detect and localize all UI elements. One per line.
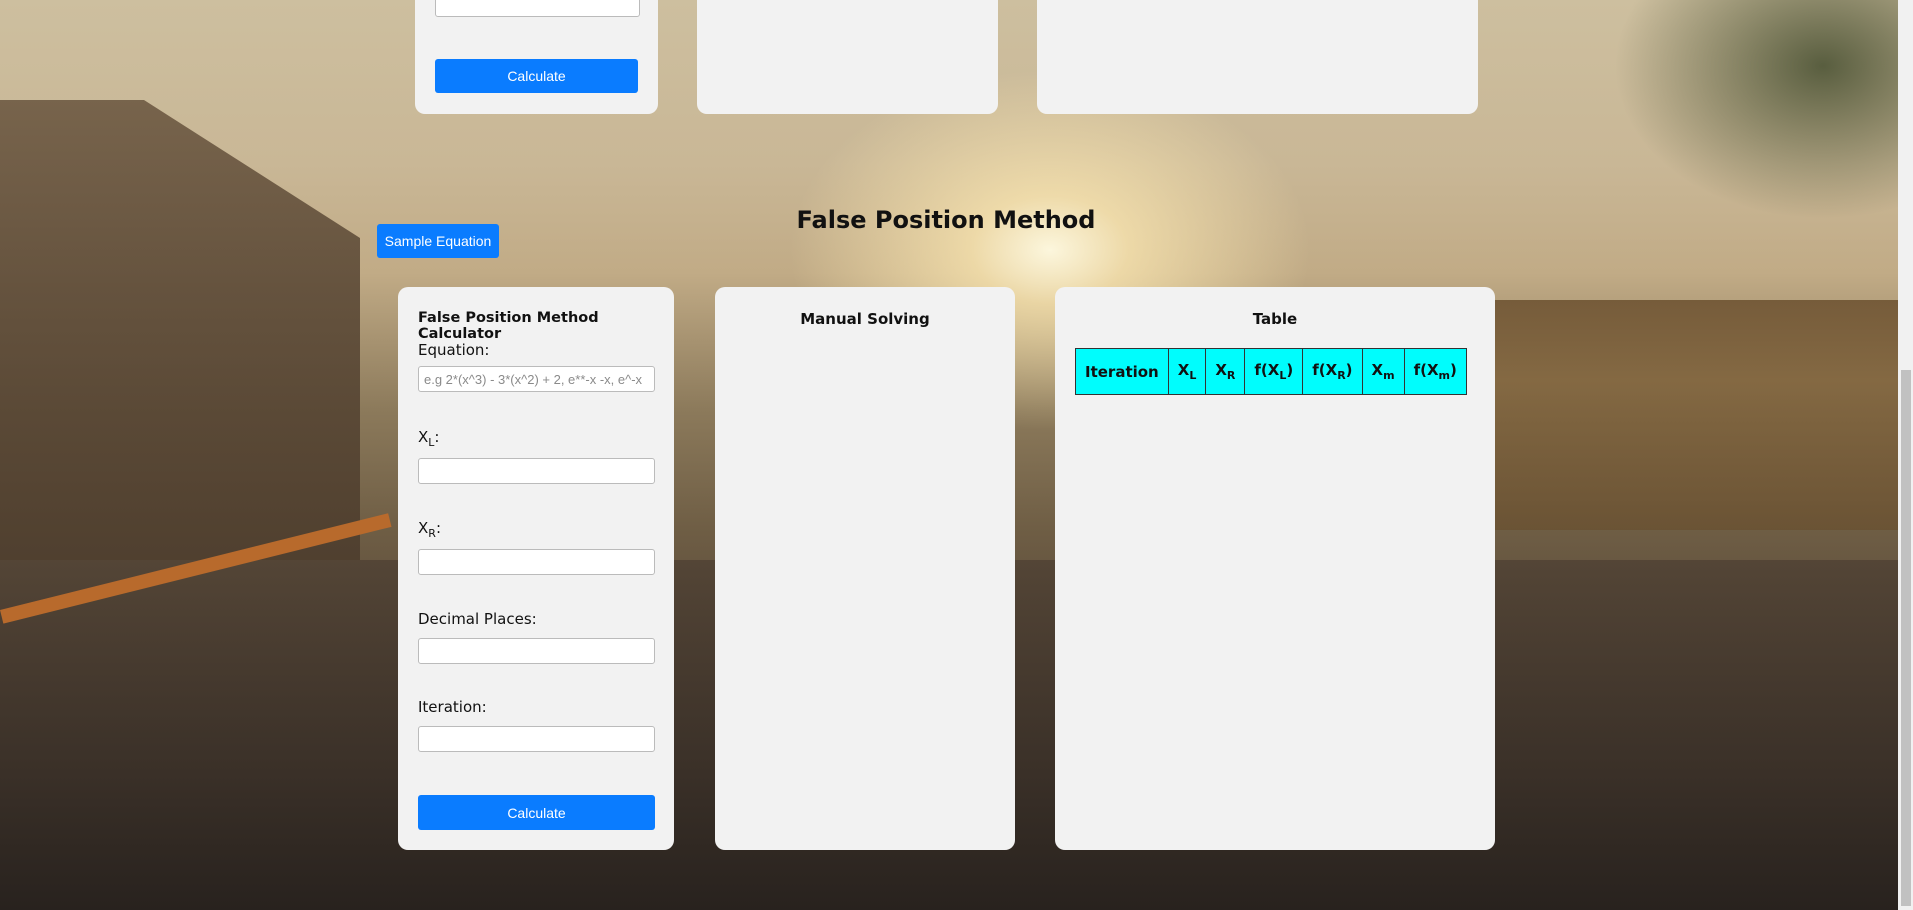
manual-solving-heading: Manual Solving [800,310,930,328]
column-header-fxl: f(XL) [1244,348,1304,395]
previous-input-field[interactable] [435,0,640,17]
column-header-xr: XR [1205,348,1246,395]
xr-label: XR: [418,519,441,540]
equation-input[interactable] [418,366,655,392]
table-header-row: Iteration XL XR f(XL) f(XR) Xm f(Xm) [1075,348,1467,395]
column-header-fxm: f(Xm) [1403,348,1467,395]
xl-label: XL: [418,428,439,449]
manual-solving-panel: Manual Solving [715,287,1015,850]
section-title: False Position Method [796,206,1096,234]
page-scrollbar[interactable] [1898,0,1913,910]
column-header-iteration: Iteration [1075,348,1169,395]
previous-calculator-panel: Calculate [415,0,658,114]
xr-label-colon: : [435,519,441,537]
previous-calculate-button[interactable]: Calculate [435,59,638,93]
background-curb [0,513,392,624]
sample-equation-button[interactable]: Sample Equation [377,224,499,258]
column-header-xl: XL [1167,348,1207,395]
calculate-button[interactable]: Calculate [418,795,655,830]
equation-label: Equation: [418,341,490,359]
column-header-fxr: f(XR) [1302,348,1363,395]
xr-input[interactable] [418,549,655,575]
table-heading: Table [1252,310,1298,328]
decimal-places-label: Decimal Places: [418,610,537,628]
table-panel: Table Iteration XL XR f(XL) f(XR) Xm f(X… [1055,287,1495,850]
scrollbar-thumb[interactable] [1901,370,1911,906]
background-house-right [1483,300,1913,530]
xl-label-main: X [418,428,429,446]
calculator-panel: False Position Method Calculator Equatio… [398,287,674,850]
previous-table-panel [1037,0,1478,114]
background-tree [1613,0,1913,220]
xl-label-colon: : [434,428,440,446]
iteration-table: Iteration XL XR f(XL) f(XR) Xm f(Xm) [1075,348,1467,395]
column-header-xm: Xm [1361,348,1405,395]
background-house-left [0,100,360,560]
previous-manual-panel [697,0,998,114]
xl-input[interactable] [418,458,655,484]
iteration-input[interactable] [418,726,655,752]
xr-label-sub: R [428,527,436,540]
calculator-heading: False Position Method Calculator [418,310,599,342]
decimal-places-input[interactable] [418,638,655,664]
iteration-label: Iteration: [418,698,487,716]
xr-label-main: X [418,519,429,537]
